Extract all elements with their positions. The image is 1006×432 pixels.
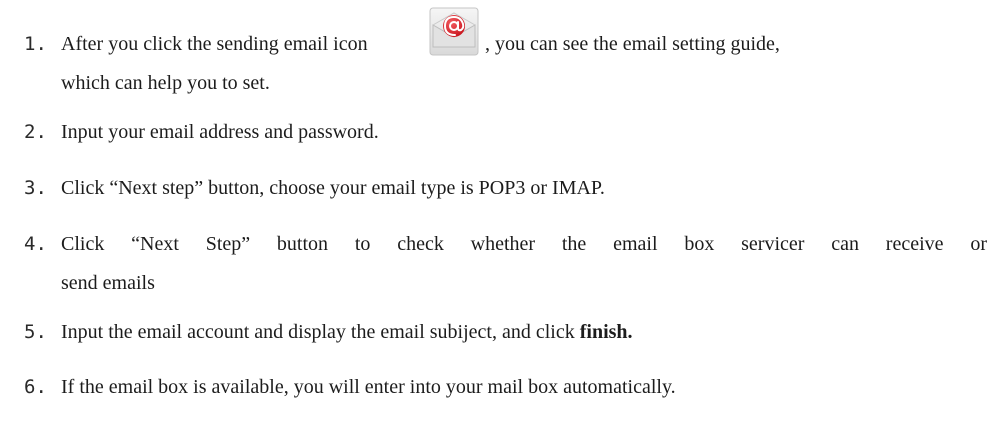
step-number: 6.: [24, 376, 47, 398]
step-number: 3.: [24, 177, 47, 199]
step-text: Click “Next Step” button to check whethe…: [61, 233, 987, 255]
step-text-after-icon: , you can see the email setting guide,: [485, 33, 780, 55]
step-text: If the email box is available, you will …: [61, 376, 676, 398]
step-text-continuation: which can help you to set.: [61, 72, 270, 94]
step-text-continuation: send emails: [61, 272, 155, 294]
step-number: 1.: [24, 33, 47, 55]
instruction-document: 1. After you click the sending email ico…: [0, 0, 1006, 432]
email-at-envelope-icon: [429, 7, 479, 56]
step-text: Click “Next step” button, choose your em…: [61, 177, 605, 199]
step-number: 5.: [24, 321, 47, 343]
step-text: Input your email address and password.: [61, 121, 379, 143]
step-text: Input the email account and display the …: [61, 321, 987, 343]
finish-emphasis: finish.: [579, 321, 633, 343]
step-text: After you click the sending email icon: [61, 33, 368, 55]
step-number: 2.: [24, 121, 47, 143]
step-text-plain: Input the email account and display the …: [61, 321, 580, 343]
step-text-before-icon: After you click the sending email icon: [61, 33, 368, 55]
step-number: 4.: [24, 233, 47, 255]
